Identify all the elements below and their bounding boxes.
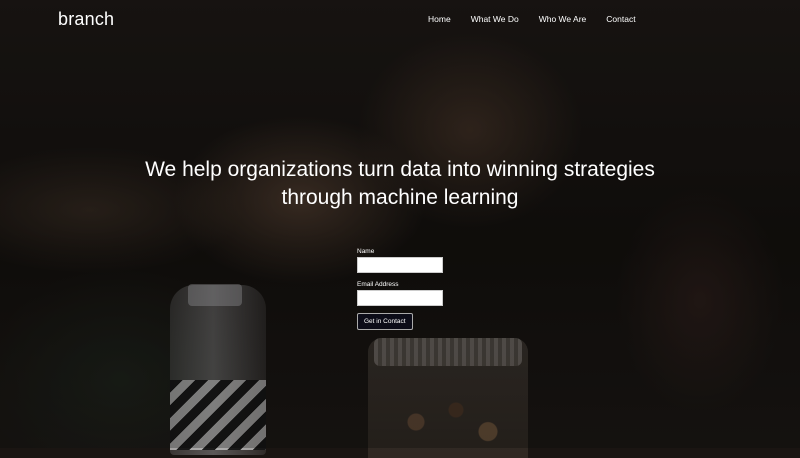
nav-item-what-we-do[interactable]: What We Do [471,14,519,24]
name-input[interactable] [357,257,443,273]
email-label: Email Address [357,281,399,288]
name-label: Name [357,248,375,255]
hero-headline: We help organizations turn data into win… [0,156,800,212]
nav-item-who-we-are[interactable]: Who We Are [539,14,587,24]
top-nav: Home What We Do Who We Are Contact [428,14,656,24]
get-in-contact-button[interactable]: Get in Contact [357,313,413,330]
email-input[interactable] [357,290,443,306]
contact-form: Name Email Address Get in Contact [357,247,477,330]
hero-headline-line1: We help organizations turn data into win… [145,158,655,181]
nav-item-contact[interactable]: Contact [606,14,635,24]
hero-headline-line2: through machine learning [281,186,519,209]
brand-logo[interactable]: branch [58,9,114,30]
hero-overlay [0,0,800,448]
nav-item-home[interactable]: Home [428,14,451,24]
